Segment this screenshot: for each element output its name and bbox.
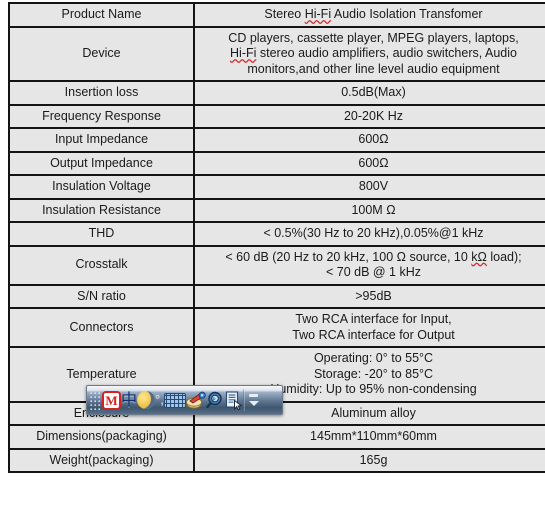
spec-value-cell: 600Ω <box>193 150 545 176</box>
table-row: S/N ratio >95dB <box>8 283 545 309</box>
ime-floating-toolbar[interactable]: M 中 °, P <box>86 385 283 415</box>
spec-value-line: Hi-Fi stereo audio amplifiers, audio swi… <box>230 46 517 60</box>
spec-value-line: 600Ω <box>358 155 389 170</box>
table-row: THD < 0.5%(30 Hz to 20 kHz),0.05%@1 kHz <box>8 221 545 247</box>
spec-value-line: 165g <box>359 452 388 467</box>
spec-value-line: Storage: -20° to 85°C <box>313 366 434 381</box>
chevron-down-icon <box>248 401 259 406</box>
spec-value-cell: < 0.5%(30 Hz to 20 kHz),0.05%@1 kHz <box>193 221 545 247</box>
ime-logo-button[interactable]: M <box>102 386 121 414</box>
spec-label-cell: Device <box>8 25 195 82</box>
document-cursor-icon <box>225 390 243 410</box>
table-row: Product Name Stereo Hi-Fi Audio Isolation… <box>8 2 545 28</box>
magnifier-icon: P <box>206 391 225 409</box>
spec-value-cell: Two RCA interface for Input, Two RCA inte… <box>193 307 545 348</box>
table-row: Output Impedance 600Ω <box>8 150 545 176</box>
table-row: Connectors Two RCA interface for Input, Tw… <box>8 307 545 348</box>
misspelled-word: Hi-Fi <box>230 46 257 60</box>
spec-value-line: < 70 dB @ 1 kHz <box>325 265 422 279</box>
handwriting-search-button[interactable]: P <box>206 386 225 414</box>
spec-label-cell: Input Impedance <box>8 127 195 153</box>
spec-value-line: monitors,and other line level audio equi… <box>247 61 500 76</box>
spec-value-line: Operating: 0° to 55°C <box>313 351 434 365</box>
table-row: Frequency Response 20-20K Hz <box>8 103 545 129</box>
table-row: Device CD players, cassette player, MPEG … <box>8 25 545 82</box>
soft-keyboard-button[interactable] <box>163 386 186 414</box>
moon-mode-button[interactable] <box>137 386 156 414</box>
spec-value-cell: 20-20K Hz <box>193 103 545 129</box>
spec-value-line: Two RCA interface for Input, <box>295 312 452 326</box>
spec-value-cell: 165g <box>193 447 545 473</box>
drag-grip-handle[interactable] <box>87 386 102 414</box>
spec-label-cell: Connectors <box>8 307 195 348</box>
spec-value-line: 20-20K Hz <box>343 108 404 123</box>
spec-value-cell: 600Ω <box>193 127 545 153</box>
spec-label-cell: Weight(packaging) <box>8 447 195 473</box>
spec-label-cell: Dimensions(packaging) <box>8 424 195 450</box>
spec-value-cell: 800V <box>193 174 545 200</box>
chinese-character-icon: 中 <box>121 390 138 409</box>
spec-value-line: < 0.5%(30 Hz to 20 kHz),0.05%@1 kHz <box>263 226 484 240</box>
misspelled-word: kΩ <box>471 249 487 264</box>
spec-value-cell: >95dB <box>193 283 545 309</box>
spec-label-cell: Output Impedance <box>8 150 195 176</box>
minimize-icon <box>249 394 259 397</box>
spec-value-cell: 100M Ω <box>193 197 545 223</box>
table-row: Weight(packaging) 165g <box>8 447 545 473</box>
spec-value-line: 800V <box>358 179 389 193</box>
toolbox-menu-button[interactable] <box>225 386 243 414</box>
palette-svg <box>185 391 206 409</box>
spec-value-line: 100M Ω <box>351 202 396 217</box>
input-palette-button[interactable] <box>185 386 206 414</box>
spec-value-line: >95dB <box>355 288 392 303</box>
spec-label-cell: Product Name <box>8 2 195 28</box>
spec-value-line: CD players, cassette player, MPEG player… <box>228 30 519 45</box>
spec-value-line: Two RCA interface for Output <box>292 327 455 342</box>
spec-label-cell: THD <box>8 221 195 247</box>
chinese-english-toggle-button[interactable]: 中 <box>121 386 138 414</box>
spec-value-line: Stereo Hi-Fi Audio Isolation Transfomer <box>264 7 483 21</box>
spec-value-line: 0.5dB(Max) <box>341 85 406 99</box>
spec-value-line: < 60 dB (20 Hz to 20 kHz, 100 Ω source, … <box>225 249 522 264</box>
toolbar-separator <box>242 389 245 411</box>
spec-value-line: 145mm*110mm*60mm <box>310 429 437 443</box>
spec-value-cell: 0.5dB(Max) <box>193 80 545 106</box>
table-row: Insulation Voltage 800V <box>8 174 545 200</box>
grip-dots-icon <box>89 389 102 411</box>
table-row: Crosstalk < 60 dB (20 Hz to 20 kHz, 100 Ω… <box>8 244 545 286</box>
spec-label-cell: Insulation Voltage <box>8 174 195 200</box>
table-row: Dimensions(packaging) 145mm*110mm*60mm <box>8 424 545 450</box>
magnifier-svg: P <box>206 391 222 409</box>
spec-value-cell: Stereo Hi-Fi Audio Isolation Transfomer <box>193 2 545 28</box>
keyboard-icon <box>163 392 186 408</box>
spec-label-cell: Insulation Resistance <box>8 197 195 223</box>
sogou-m-logo-icon: M <box>102 390 121 410</box>
crescent-moon-icon <box>137 391 156 409</box>
palette-icon <box>185 391 206 409</box>
spec-value-line: 600Ω <box>358 132 389 146</box>
table-row: Input Impedance 600Ω <box>8 127 545 153</box>
spec-value-cell: CD players, cassette player, MPEG player… <box>193 25 545 82</box>
misspelled-word: Hi-Fi <box>304 7 332 21</box>
spec-label-cell: S/N ratio <box>8 283 195 309</box>
document-svg <box>225 390 243 410</box>
spec-value-cell: < 60 dB (20 Hz to 20 kHz, 100 Ω source, … <box>193 244 545 286</box>
spec-label-cell: Insertion loss <box>8 80 195 106</box>
spec-value-cell: 145mm*110mm*60mm <box>193 424 545 450</box>
table-row: Insertion loss 0.5dB(Max) <box>8 80 545 106</box>
spec-label-cell: Frequency Response <box>8 103 195 129</box>
table-row: Insulation Resistance 100M Ω <box>8 197 545 223</box>
minimize-expand-button[interactable] <box>247 387 261 413</box>
spec-label-cell: Crosstalk <box>8 244 195 286</box>
